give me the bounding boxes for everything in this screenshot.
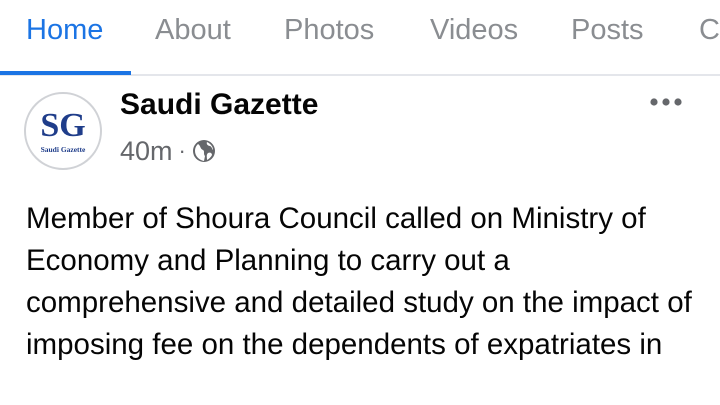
tab-photos[interactable]: Photos	[284, 12, 374, 48]
logo-initials: SG	[40, 107, 85, 144]
tab-posts[interactable]: Posts	[571, 12, 644, 48]
post-meta: 40m ·	[120, 134, 216, 168]
page-tab-bar: Home About Photos Videos Posts C	[0, 0, 720, 76]
post-timestamp[interactable]: 40m	[120, 136, 173, 167]
tab-about[interactable]: About	[155, 12, 231, 48]
tab-community-partial[interactable]: C	[699, 12, 720, 48]
post-author-name[interactable]: Saudi Gazette	[120, 86, 318, 124]
facebook-page-view: Home About Photos Videos Posts C SG Saud…	[0, 0, 720, 405]
tab-home[interactable]: Home	[26, 12, 103, 48]
saudi-gazette-logo: SG Saudi Gazette	[40, 107, 86, 154]
post-body-text: Member of Shoura Council called on Minis…	[26, 202, 692, 361]
active-tab-indicator	[0, 71, 131, 75]
logo-caption: Saudi Gazette	[41, 145, 86, 154]
page-avatar[interactable]: SG Saudi Gazette	[24, 92, 102, 170]
more-options-icon[interactable]	[648, 92, 684, 112]
tab-videos[interactable]: Videos	[430, 12, 518, 48]
globe-icon[interactable]	[192, 139, 216, 163]
meta-separator: ·	[178, 138, 186, 163]
